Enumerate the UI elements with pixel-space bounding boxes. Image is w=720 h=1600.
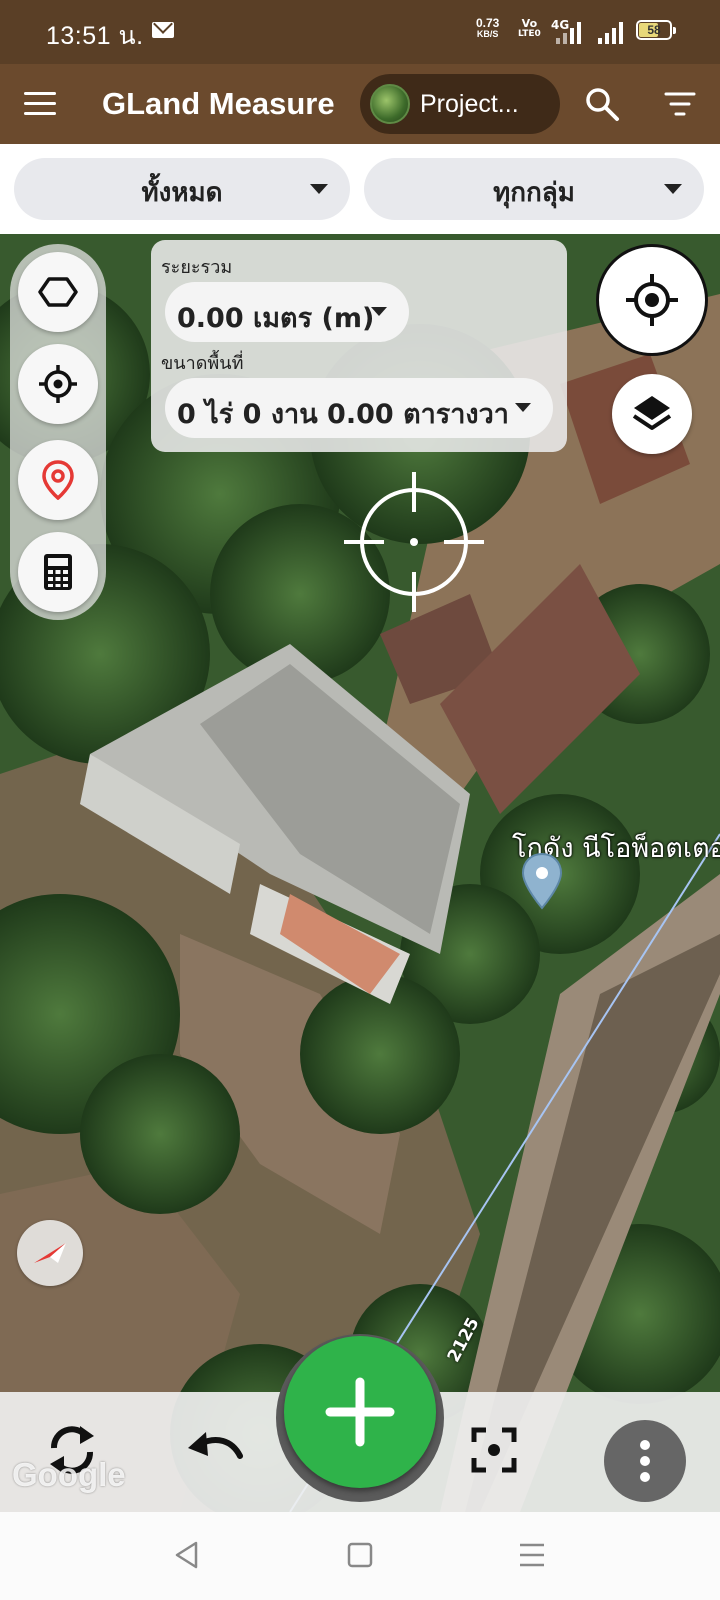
- category-dropdown[interactable]: ทั้งหมด: [14, 158, 350, 220]
- battery-level: 58: [647, 23, 661, 37]
- google-attribution: Google: [12, 1456, 126, 1493]
- volte-indicator: Vo LTE0: [518, 18, 541, 40]
- distance-unit-dropdown[interactable]: 0.00 เมตร (m): [165, 282, 409, 342]
- polygon-icon: [38, 277, 78, 307]
- measurement-panel: ระยะรวม 0.00 เมตร (m) ขนาดพื้นที่ 0 ไร่ …: [151, 240, 567, 452]
- distance-label: ระยะรวม: [161, 257, 233, 278]
- signal-icon: [556, 22, 584, 44]
- my-location-button[interactable]: [596, 244, 708, 356]
- undo-icon: [188, 1432, 243, 1459]
- add-point-button[interactable]: [284, 1336, 436, 1488]
- more-options-button[interactable]: [604, 1420, 686, 1502]
- project-thumbnail: [370, 84, 410, 124]
- filter-icon[interactable]: [664, 90, 696, 118]
- mail-icon: [152, 22, 174, 38]
- system-navigation-bar: [0, 1512, 720, 1600]
- battery-icon: 58: [636, 20, 676, 40]
- compass-button[interactable]: [17, 1220, 83, 1286]
- app-bar: GLand Measure Project...: [0, 64, 720, 144]
- gps-locate-icon: [626, 274, 678, 326]
- area-value: 0 ไร่ 0 งาน 0.00 ตารางวา: [177, 399, 509, 430]
- signal-icon-2: [598, 22, 626, 44]
- project-label: Project...: [420, 90, 519, 118]
- project-selector[interactable]: Project...: [360, 74, 560, 134]
- app-title: GLand Measure: [102, 86, 335, 121]
- network-speed: 0.73 KB/S: [476, 16, 500, 40]
- crosshair-icon: [39, 365, 77, 403]
- plus-icon: [325, 1377, 395, 1447]
- network-speed-unit: KB/S: [476, 29, 499, 39]
- map-view[interactable]: ระยะรวม 0.00 เมตร (m) ขนาดพื้นที่ 0 ไร่ …: [0, 234, 720, 1512]
- calculator-button[interactable]: [18, 532, 98, 612]
- search-icon[interactable]: [584, 86, 620, 122]
- area-unit-dropdown[interactable]: 0 ไร่ 0 งาน 0.00 ตารางวา: [165, 378, 553, 438]
- status-time: 13:51 น.: [46, 22, 144, 50]
- recents-icon[interactable]: [517, 1540, 547, 1570]
- tool-panel: [10, 244, 106, 620]
- chevron-down-icon: [310, 184, 328, 194]
- map-pin-icon: [42, 460, 74, 500]
- network-speed-value: 0.73: [476, 16, 500, 30]
- draw-polygon-button[interactable]: [18, 252, 98, 332]
- map-layers-button[interactable]: [612, 374, 692, 454]
- filter-row: ทั้งหมด ทุกกลุ่ม: [0, 144, 720, 234]
- undo-button[interactable]: [172, 1410, 252, 1490]
- distance-value: 0.00 เมตร (m): [177, 303, 375, 334]
- fit-bounds-button[interactable]: [454, 1410, 534, 1490]
- hamburger-icon[interactable]: [24, 92, 56, 116]
- place-marker-icon[interactable]: [521, 852, 563, 910]
- category-dropdown-label: ทั้งหมด: [141, 178, 223, 208]
- home-icon[interactable]: [345, 1540, 375, 1570]
- compass-icon: [34, 1243, 66, 1263]
- gps-point-button[interactable]: [18, 344, 98, 424]
- back-icon[interactable]: [172, 1540, 202, 1570]
- chevron-down-icon: [371, 307, 387, 316]
- more-vertical-icon: [640, 1440, 650, 1482]
- calculator-icon: [44, 554, 72, 590]
- volte-bottom: LTE0: [518, 29, 541, 39]
- group-dropdown-label: ทุกกลุ่ม: [493, 178, 575, 208]
- status-bar: 13:51 น. 0.73 KB/S Vo LTE0 4G 58: [0, 0, 720, 64]
- area-label: ขนาดพื้นที่: [161, 353, 244, 374]
- center-crosshair-icon: [344, 472, 484, 612]
- volte-top: Vo: [521, 17, 538, 30]
- add-marker-button[interactable]: [18, 440, 98, 520]
- group-dropdown[interactable]: ทุกกลุ่ม: [364, 158, 704, 220]
- chevron-down-icon: [664, 184, 682, 194]
- focus-frame-icon: [471, 1427, 517, 1473]
- chevron-down-icon: [515, 403, 531, 412]
- layers-icon: [632, 396, 672, 430]
